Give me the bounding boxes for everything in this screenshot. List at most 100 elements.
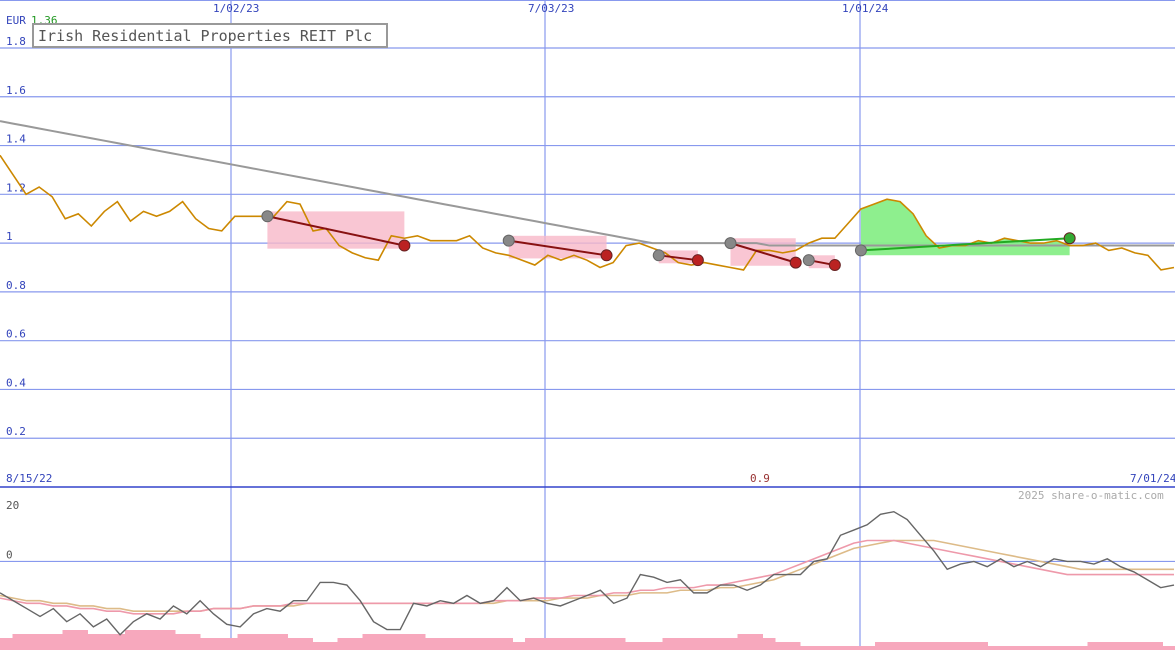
volume-bar	[212, 638, 226, 650]
volume-bar	[900, 642, 913, 650]
indicator-lines	[0, 510, 1175, 636]
volume-bar	[237, 634, 251, 650]
volume-bar	[1075, 646, 1088, 650]
chart-title: Irish Residential Properties REIT Plc	[32, 23, 388, 48]
volume-bar	[987, 646, 1001, 650]
y-tick-label: 1.8	[6, 35, 26, 48]
volume-bar	[700, 638, 713, 650]
volume-bar	[1000, 646, 1013, 650]
watermark: 2025 share-o-matic.com	[1018, 489, 1164, 502]
volume-bar	[562, 638, 576, 650]
tan-signal-line	[0, 539, 1174, 613]
y-tick-label: 1	[6, 230, 13, 243]
volume-bar	[175, 634, 188, 650]
y-tick-label: 1.6	[6, 84, 26, 97]
volume-bar	[637, 642, 651, 650]
start-date-label: 8/15/22	[6, 472, 52, 485]
volume-bar	[512, 642, 526, 650]
volume-bar	[662, 638, 676, 650]
volume-bar	[187, 634, 201, 650]
end-date-label: 7/01/24	[1130, 472, 1175, 485]
volume-bar	[737, 634, 751, 650]
volume-bar	[1062, 646, 1076, 650]
volume-bar	[25, 634, 38, 650]
volume-bar	[112, 634, 126, 650]
volume-bar	[487, 638, 501, 650]
volume-bar	[1025, 646, 1038, 650]
indicator-tick-label: 20	[6, 499, 19, 512]
volume-bar	[1112, 642, 1126, 650]
volume-bar	[300, 638, 313, 650]
trade-exit-marker	[691, 254, 704, 267]
volume-bar	[62, 630, 76, 650]
trade-entry-marker	[261, 210, 274, 223]
volume-bar	[350, 638, 363, 650]
volume-bar	[525, 638, 538, 650]
momentum-line	[0, 510, 1175, 636]
volume-bar	[87, 634, 101, 650]
volume-bar	[200, 638, 213, 650]
volume-bar	[462, 638, 476, 650]
trade-entry-marker	[502, 234, 515, 247]
trade-entry-marker	[724, 237, 737, 250]
volume-bar	[862, 646, 876, 650]
volume-bar	[250, 634, 263, 650]
volume-bar	[1125, 642, 1138, 650]
volume-bar	[275, 634, 288, 650]
y-tick-label: 0.2	[6, 425, 26, 438]
trade-exit-marker	[398, 239, 411, 252]
volume-bar	[537, 638, 551, 650]
trade-entry-marker	[652, 249, 665, 262]
volume-bar	[337, 638, 351, 650]
volume-bar	[50, 634, 63, 650]
y-tick-label: 0.6	[6, 328, 26, 341]
y-tick-label: 0.8	[6, 279, 26, 292]
volume-bar	[787, 642, 801, 650]
price-chart: 1.81.61.41.210.80.60.40.2 200-30 EUR 1.3…	[0, 0, 1175, 650]
volume-bar	[650, 642, 663, 650]
volume-bar	[800, 646, 813, 650]
volume-bar	[12, 634, 26, 650]
currency-label: EUR	[6, 14, 26, 27]
volume-bar	[225, 638, 238, 650]
volume-bar	[1150, 642, 1163, 650]
volume-bar	[37, 634, 51, 650]
volume-bar	[850, 646, 863, 650]
volume-bar	[875, 642, 888, 650]
volume-bar	[400, 634, 413, 650]
y-tick-label: 1.4	[6, 133, 26, 146]
volume-bar	[425, 638, 438, 650]
indicator-tick-label: 0	[6, 548, 13, 561]
volume-bar	[1037, 646, 1051, 650]
volume-bar	[912, 642, 926, 650]
volume-bar	[950, 642, 963, 650]
volume-bar	[975, 642, 988, 650]
volume-bar	[375, 634, 388, 650]
trade-exit-marker	[600, 249, 613, 262]
volume-bar	[750, 634, 763, 650]
volume-bar	[962, 642, 976, 650]
volume-bar	[925, 642, 938, 650]
trade-entry-marker	[802, 254, 815, 267]
volume-bar	[937, 642, 951, 650]
volume-bar	[362, 634, 376, 650]
volume-bar	[675, 638, 688, 650]
trade-exit-marker	[1063, 232, 1076, 245]
volume-bar	[612, 638, 626, 650]
volume-bar	[687, 638, 701, 650]
chart-title-text: Irish Residential Properties REIT Plc	[38, 27, 372, 45]
volume-bar	[262, 634, 276, 650]
volume-bar	[500, 638, 513, 650]
volume-bar	[550, 638, 563, 650]
top-date-label-0: 1/02/23	[213, 2, 259, 15]
volume-bar	[162, 630, 176, 650]
volume-bar	[825, 646, 838, 650]
top-date-label-1: 7/03/23	[528, 2, 574, 15]
trade-fills	[267, 199, 1070, 269]
volume-bar	[150, 630, 163, 650]
volume-bar	[475, 638, 488, 650]
volume-bar	[1162, 646, 1175, 650]
volume-bar	[437, 638, 451, 650]
volume-bar	[75, 630, 88, 650]
volume-bar	[725, 638, 738, 650]
